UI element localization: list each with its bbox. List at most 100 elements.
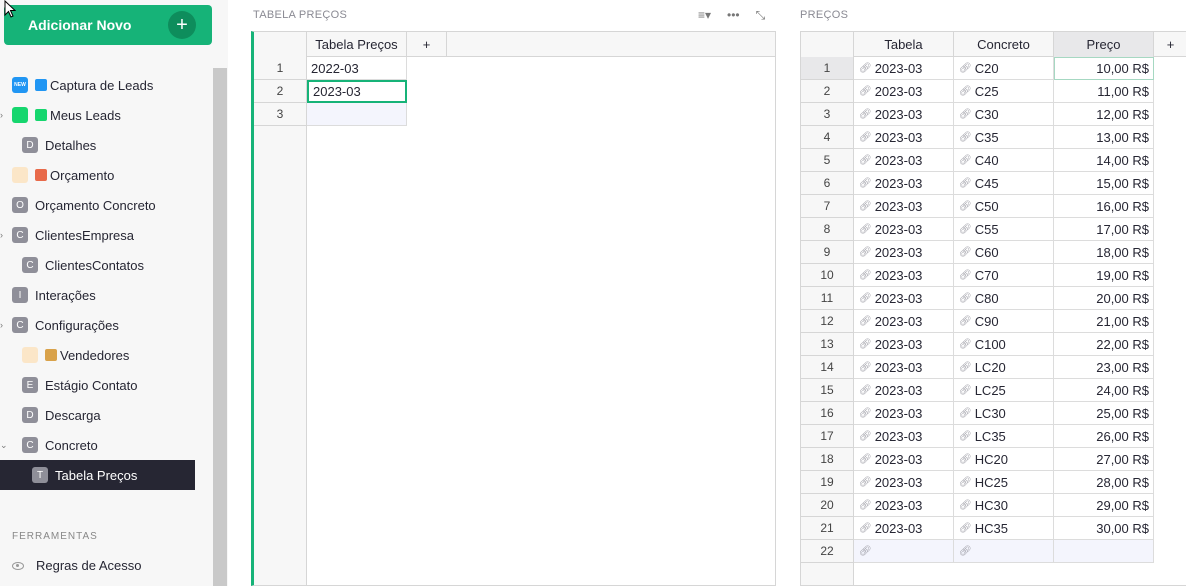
tabela-cell[interactable]: 🔗︎ 2023-03 <box>854 287 954 310</box>
tabela-cell[interactable]: 🔗︎ 2023-03 <box>854 402 954 425</box>
more-options-icon[interactable]: ••• <box>727 8 740 23</box>
preco-cell[interactable]: 17,00 R$ <box>1054 218 1154 241</box>
concreto-cell[interactable]: 🔗︎ LC20 <box>954 356 1054 379</box>
row-number[interactable]: 10 <box>801 264 854 287</box>
preco-cell[interactable]: 23,00 R$ <box>1054 356 1154 379</box>
row-number[interactable]: 5 <box>801 149 854 172</box>
column-header-preco[interactable]: Preço <box>1054 32 1154 57</box>
concreto-cell[interactable]: 🔗︎ C70 <box>954 264 1054 287</box>
tabela-cell[interactable]: 🔗︎ 2023-03 <box>854 310 954 333</box>
concreto-cell[interactable]: 🔗︎ HC30 <box>954 494 1054 517</box>
tabela-cell[interactable]: 🔗︎ 2023-03 <box>854 494 954 517</box>
tabela-cell[interactable]: 🔗︎ 2023-03 <box>854 333 954 356</box>
sidebar-item[interactable]: NEW Captura de Leads <box>0 70 212 100</box>
sidebar-item[interactable]: I Interações <box>0 280 212 310</box>
concreto-cell[interactable]: 🔗︎ HC25 <box>954 471 1054 494</box>
table-cell[interactable]: 2022-03 <box>307 57 407 80</box>
preco-cell[interactable]: 13,00 R$ <box>1054 126 1154 149</box>
row-number[interactable]: 6 <box>801 172 854 195</box>
row-number[interactable]: 18 <box>801 448 854 471</box>
preco-cell[interactable]: 26,00 R$ <box>1054 425 1154 448</box>
preco-cell[interactable]: 15,00 R$ <box>1054 172 1154 195</box>
preco-cell[interactable]: 28,00 R$ <box>1054 471 1154 494</box>
row-number[interactable]: 4 <box>801 126 854 149</box>
row-number[interactable]: 19 <box>801 471 854 494</box>
concreto-cell[interactable]: 🔗︎ C20 <box>954 57 1054 80</box>
row-number[interactable]: 1 <box>254 57 307 80</box>
concreto-cell[interactable]: 🔗︎ C25 <box>954 80 1054 103</box>
row-number[interactable]: 11 <box>801 287 854 310</box>
row-number[interactable]: 17 <box>801 425 854 448</box>
row-number[interactable]: 12 <box>801 310 854 333</box>
preco-cell[interactable]: 25,00 R$ <box>1054 402 1154 425</box>
add-new-button[interactable]: Adicionar Novo + <box>4 5 212 45</box>
concreto-cell[interactable]: 🔗︎ LC30 <box>954 402 1054 425</box>
concreto-cell[interactable]: 🔗︎ HC20 <box>954 448 1054 471</box>
row-number[interactable]: 15 <box>801 379 854 402</box>
sidebar-item[interactable]: ⌄ C Concreto <box>0 430 212 460</box>
tabela-cell[interactable]: 🔗︎ 2023-03 <box>854 379 954 402</box>
sidebar-item[interactable]: E Estágio Contato <box>0 370 212 400</box>
preco-cell[interactable]: 11,00 R$ <box>1054 80 1154 103</box>
chevron-icon[interactable]: › <box>0 110 8 120</box>
preco-cell[interactable]: 14,00 R$ <box>1054 149 1154 172</box>
sort-filter-icon[interactable]: ≡▾ <box>698 8 711 23</box>
tabela-cell[interactable]: 🔗︎ 2023-03 <box>854 149 954 172</box>
concreto-cell[interactable]: 🔗︎ C55 <box>954 218 1054 241</box>
tabela-cell[interactable]: 🔗︎ 2023-03 <box>854 517 954 540</box>
sidebar-item[interactable]: T Tabela Preços <box>0 460 195 490</box>
preco-cell[interactable]: 29,00 R$ <box>1054 494 1154 517</box>
preco-cell[interactable]: 18,00 R$ <box>1054 241 1154 264</box>
concreto-cell[interactable]: 🔗︎ LC25 <box>954 379 1054 402</box>
concreto-cell[interactable]: 🔗︎ C80 <box>954 287 1054 310</box>
row-number[interactable]: 2 <box>254 80 307 103</box>
sidebar-item[interactable]: D Descarga <box>0 400 212 430</box>
tabela-cell[interactable]: 🔗︎ 2023-03 <box>854 471 954 494</box>
preco-cell[interactable]: 12,00 R$ <box>1054 103 1154 126</box>
column-header-concreto[interactable]: Concreto <box>954 32 1054 57</box>
row-number[interactable]: 16 <box>801 402 854 425</box>
tabela-cell[interactable]: 🔗︎ 2023-03 <box>854 195 954 218</box>
tabela-cell[interactable]: 🔗︎ 2023-03 <box>854 126 954 149</box>
row-number[interactable]: 3 <box>801 103 854 126</box>
concreto-cell[interactable]: 🔗︎ LC35 <box>954 425 1054 448</box>
sidebar-item[interactable]: Orçamento <box>0 160 212 190</box>
sidebar-item[interactable]: O Orçamento Concreto <box>0 190 212 220</box>
concreto-cell[interactable]: 🔗︎ C35 <box>954 126 1054 149</box>
tabela-cell[interactable]: 🔗︎ 2023-03 <box>854 57 954 80</box>
tabela-cell[interactable]: 🔗︎ 2023-03 <box>854 448 954 471</box>
expand-icon[interactable]: ⤡ <box>756 8 766 23</box>
concreto-cell[interactable]: 🔗︎ C45 <box>954 172 1054 195</box>
add-column-button[interactable]: + <box>407 32 447 57</box>
row-number[interactable]: 14 <box>801 356 854 379</box>
tabela-cell[interactable]: 🔗︎ 2023-03 <box>854 103 954 126</box>
row-number[interactable]: 20 <box>801 494 854 517</box>
access-rules-link[interactable]: Regras de Acesso <box>12 558 142 573</box>
concreto-cell[interactable]: 🔗︎ C30 <box>954 103 1054 126</box>
sidebar-item[interactable]: › C Configurações <box>0 310 212 340</box>
preco-cell[interactable]: 16,00 R$ <box>1054 195 1154 218</box>
sidebar-item[interactable]: › C ClientesEmpresa <box>0 220 212 250</box>
chevron-icon[interactable]: › <box>0 230 8 240</box>
chevron-icon[interactable]: ⌄ <box>0 440 8 451</box>
preco-cell[interactable] <box>1054 540 1154 563</box>
tabela-cell[interactable]: 🔗︎ <box>854 540 954 563</box>
row-number[interactable]: 7 <box>801 195 854 218</box>
tabela-cell[interactable]: 🔗︎ 2023-03 <box>854 80 954 103</box>
preco-cell[interactable]: 24,00 R$ <box>1054 379 1154 402</box>
sidebar-item[interactable]: › Meus Leads <box>0 100 212 130</box>
row-number[interactable]: 2 <box>801 80 854 103</box>
add-column-button[interactable]: + <box>1154 32 1186 57</box>
sidebar-item[interactable]: C ClientesContatos <box>0 250 212 280</box>
preco-cell[interactable]: 10,00 R$ <box>1054 57 1154 80</box>
sidebar-scrollbar[interactable] <box>213 68 227 586</box>
preco-cell[interactable]: 22,00 R$ <box>1054 333 1154 356</box>
row-number[interactable]: 9 <box>801 241 854 264</box>
row-number[interactable]: 1 <box>801 57 854 80</box>
concreto-cell[interactable]: 🔗︎ C50 <box>954 195 1054 218</box>
tabela-cell[interactable]: 🔗︎ 2023-03 <box>854 425 954 448</box>
table-cell[interactable]: 2023-03 <box>307 80 407 103</box>
concreto-cell[interactable]: 🔗︎ <box>954 540 1054 563</box>
row-number[interactable]: 3 <box>254 103 307 126</box>
tabela-cell[interactable]: 🔗︎ 2023-03 <box>854 241 954 264</box>
